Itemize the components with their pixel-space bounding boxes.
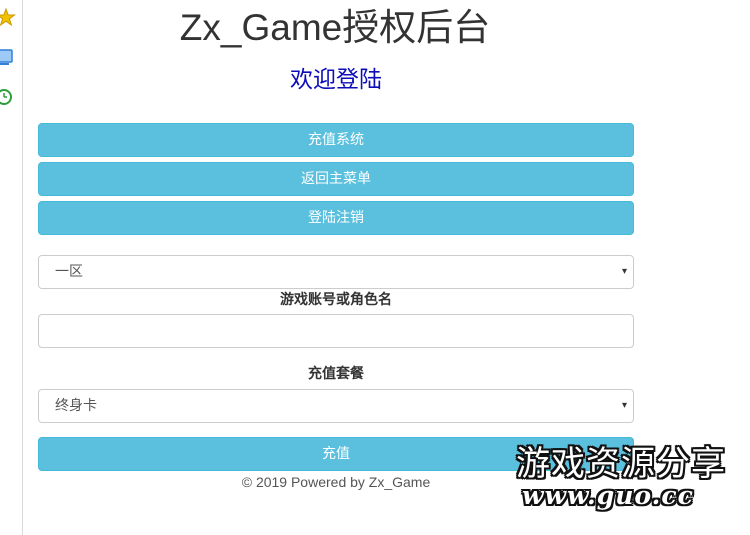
watermark-title: 游戏资源分享 (516, 444, 726, 484)
account-label: 游戏账号或角色名 (280, 292, 392, 308)
package-label: 充值套餐 (308, 366, 364, 382)
package-select-value: 终身卡 (55, 398, 97, 414)
watermark: 游戏资源分享 www.guo.cc (516, 444, 742, 516)
page-title: Zx_Game授权后台 (179, 7, 491, 48)
server-select-value: 一区 (55, 264, 83, 280)
recharge-system-button[interactable]: 充值系统 (38, 123, 634, 157)
back-to-main-menu-button[interactable]: 返回主菜单 (38, 162, 634, 196)
account-input[interactable] (38, 314, 634, 348)
chevron-down-icon: ▾ (621, 400, 627, 411)
package-select[interactable]: 终身卡 ▾ (38, 389, 634, 423)
chevron-down-icon: ▾ (621, 266, 627, 277)
logout-button[interactable]: 登陆注销 (38, 201, 634, 235)
welcome-heading: 欢迎登陆 (290, 66, 382, 92)
server-select[interactable]: 一区 ▾ (38, 255, 634, 289)
watermark-url: www.guo.cc (522, 481, 694, 510)
